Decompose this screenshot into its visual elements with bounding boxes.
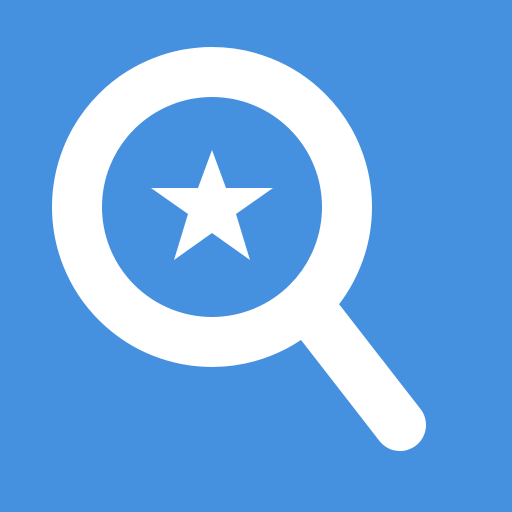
starred-search-icon: [0, 0, 512, 512]
app-icon[interactable]: [0, 0, 512, 512]
